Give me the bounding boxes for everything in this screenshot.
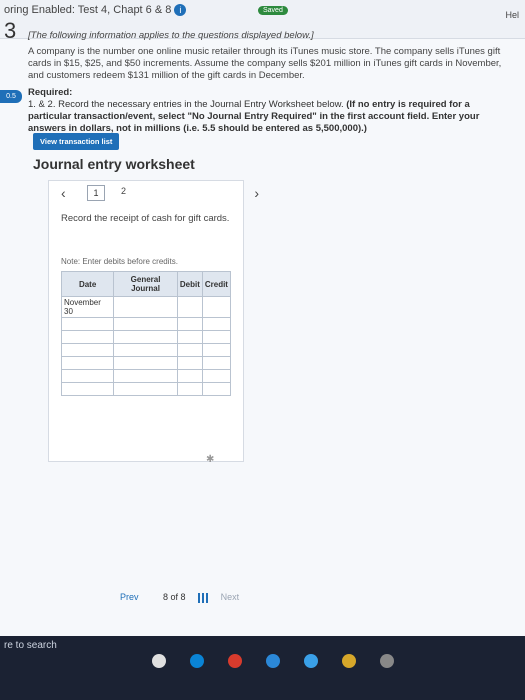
date-cell[interactable] bbox=[60, 382, 115, 396]
required-text: 1. & 2. Record the necessary entries in … bbox=[28, 99, 347, 110]
view-transaction-list-button[interactable]: View transaction list bbox=[33, 133, 120, 150]
test-mode-title: oring Enabled: Test 4, Chapt 6 & 8i bbox=[4, 4, 187, 16]
star-icon: ✱ bbox=[206, 454, 215, 465]
worksheet-page-2[interactable]: 2 bbox=[121, 186, 126, 196]
date-cell[interactable] bbox=[60, 317, 115, 331]
credit-field[interactable] bbox=[201, 330, 232, 344]
chrome-icon[interactable] bbox=[228, 654, 242, 668]
question-body: A company is the number one online music… bbox=[28, 46, 502, 81]
store-icon[interactable] bbox=[266, 654, 280, 668]
account-field[interactable] bbox=[113, 369, 178, 383]
saved-badge: Saved bbox=[258, 6, 288, 15]
credit-field[interactable] bbox=[201, 382, 232, 396]
question-lead: [The following information applies to th… bbox=[28, 30, 314, 41]
mail-icon[interactable] bbox=[304, 654, 318, 668]
entry-instruction: Record the receipt of cash for gift card… bbox=[61, 213, 230, 224]
credit-field[interactable] bbox=[201, 356, 232, 370]
debit-field[interactable] bbox=[176, 330, 203, 344]
debit-credit-note: Note: Enter debits before credits. bbox=[61, 257, 178, 266]
points-badge: 0.5 bbox=[0, 90, 22, 103]
journal-entry-panel: ‹ 1 2 › Record the receipt of cash for g… bbox=[48, 180, 259, 462]
taskbar: re to search bbox=[0, 636, 525, 700]
question-pager: Prev 8 of 8 Next bbox=[120, 592, 239, 603]
table-row bbox=[60, 317, 232, 331]
prev-button[interactable]: Prev bbox=[120, 592, 139, 602]
chevron-left-icon[interactable]: ‹ bbox=[61, 185, 66, 201]
account-field[interactable] bbox=[113, 296, 178, 318]
debit-field[interactable] bbox=[176, 369, 203, 383]
settings-icon[interactable] bbox=[380, 654, 394, 668]
account-field[interactable] bbox=[113, 343, 178, 357]
question-intro: [The following information applies to th… bbox=[28, 30, 508, 82]
debit-field[interactable] bbox=[176, 356, 203, 370]
account-field[interactable] bbox=[113, 382, 178, 396]
date-cell[interactable]: November 30 bbox=[60, 296, 115, 318]
credit-field[interactable] bbox=[201, 296, 232, 318]
date-cell[interactable] bbox=[60, 356, 115, 370]
col-date: Date bbox=[60, 271, 115, 297]
grid-icon[interactable] bbox=[198, 592, 209, 603]
date-cell[interactable] bbox=[60, 369, 115, 383]
next-button[interactable]: Next bbox=[221, 592, 240, 602]
journal-table: Date General Journal Debit Credit Novemb… bbox=[60, 271, 232, 396]
account-field[interactable] bbox=[113, 356, 178, 370]
col-debit: Debit bbox=[176, 271, 203, 297]
help-link[interactable]: Hel bbox=[505, 10, 519, 20]
edge-icon[interactable] bbox=[190, 654, 204, 668]
required-section: Required: 1. & 2. Record the necessary e… bbox=[28, 87, 508, 135]
account-field[interactable] bbox=[113, 317, 178, 331]
debit-field[interactable] bbox=[176, 343, 203, 357]
folder-icon[interactable] bbox=[342, 654, 356, 668]
account-field[interactable] bbox=[113, 330, 178, 344]
question-position: 8 of 8 bbox=[163, 592, 186, 602]
worksheet-page-1[interactable]: 1 bbox=[87, 185, 105, 201]
date-cell[interactable] bbox=[60, 343, 115, 357]
credit-field[interactable] bbox=[201, 343, 232, 357]
debit-field[interactable] bbox=[176, 382, 203, 396]
table-row bbox=[60, 343, 232, 357]
chevron-right-icon[interactable]: › bbox=[254, 185, 259, 201]
debit-field[interactable] bbox=[176, 317, 203, 331]
date-cell[interactable] bbox=[60, 330, 115, 344]
table-row: November 30 bbox=[60, 296, 232, 318]
credit-field[interactable] bbox=[201, 317, 232, 331]
info-icon[interactable]: i bbox=[174, 4, 187, 16]
table-row bbox=[60, 382, 232, 396]
col-credit: Credit bbox=[201, 271, 232, 297]
table-row bbox=[60, 330, 232, 344]
table-row bbox=[60, 369, 232, 383]
credit-field[interactable] bbox=[201, 369, 232, 383]
required-heading: Required: bbox=[28, 87, 73, 98]
cortana-icon[interactable] bbox=[152, 654, 166, 668]
table-row bbox=[60, 356, 232, 370]
debit-field[interactable] bbox=[176, 296, 203, 318]
worksheet-title: Journal entry worksheet bbox=[33, 156, 195, 172]
col-general-journal: General Journal bbox=[113, 271, 178, 297]
taskbar-search[interactable]: re to search bbox=[4, 640, 57, 651]
question-number: 3 bbox=[4, 18, 17, 43]
